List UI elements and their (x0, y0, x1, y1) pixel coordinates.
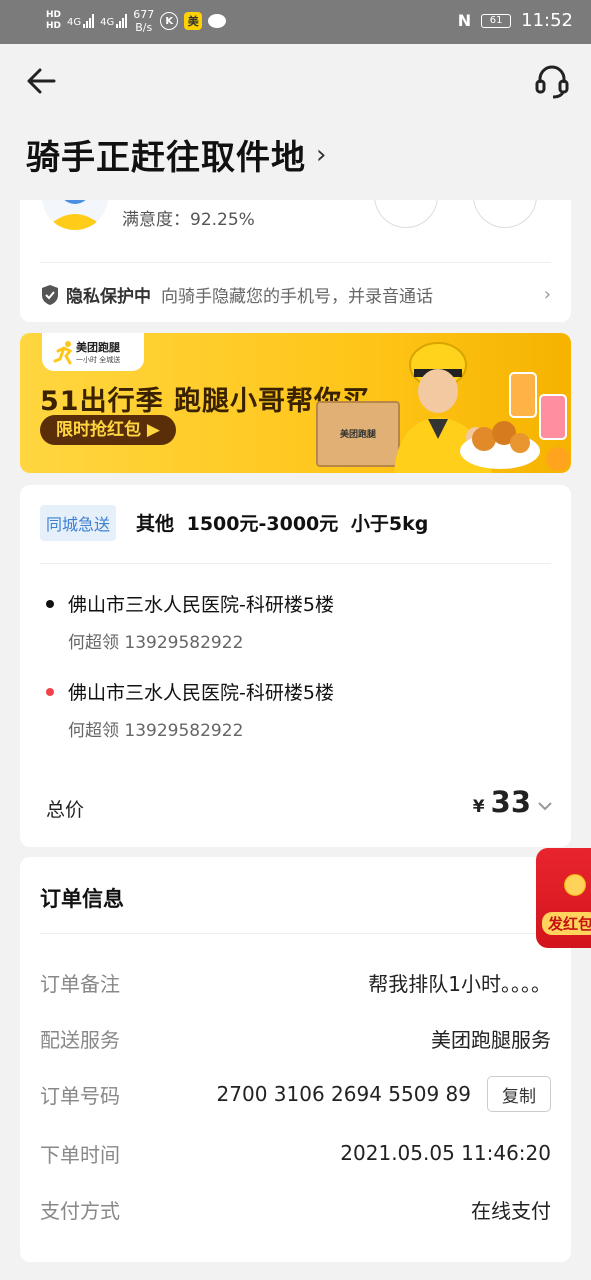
info-label: 下单时间 (40, 1142, 120, 1167)
info-label: 订单备注 (40, 971, 120, 996)
page-title: 骑手正赶往取件地 (26, 138, 306, 178)
order-summary-card: 同城急送 其他 1500元-3000元 小于5kg 佛山市三水人民医院-科研楼5… (20, 485, 571, 847)
signal-bars-icon (116, 14, 128, 28)
pickup-address-line: 佛山市三水人民医院-科研楼5楼 (68, 594, 334, 616)
chevron-right-icon: › (316, 139, 327, 170)
battery-icon: 61 (481, 13, 512, 28)
info-label: 配送服务 (40, 1027, 120, 1052)
message-icon (208, 14, 227, 28)
order-item-summary: 其他 1500元-3000元 小于5kg (136, 513, 429, 535)
status-right: N 61 11:52 (458, 10, 573, 31)
chevron-down-icon (538, 802, 552, 811)
info-label: 订单号码 (40, 1083, 120, 1108)
net-speed-value: 677 (133, 8, 155, 21)
rider-card: 满意度：92.25% 隐私保护中 向骑手隐藏您的手机号，并录音通话 › (20, 200, 571, 322)
status-title-row[interactable]: 骑手正赶往取件地 › (26, 130, 326, 179)
dropoff-address-line: 佛山市三水人民医院-科研楼5楼 (68, 682, 334, 704)
info-value: 美团跑腿服务 (431, 1027, 551, 1052)
arrow-left-icon[interactable] (24, 64, 58, 98)
signal-2: 4G (100, 14, 128, 28)
runner-icon (53, 341, 73, 365)
pickup-contact: 何超领 13929582922 (68, 633, 244, 653)
service-type-badge: 同城急送 (40, 505, 117, 541)
order-number-row: 订单号码 2700 3106 2694 5509 89 复制 (40, 1076, 551, 1112)
network-type-2: 4G (100, 17, 115, 28)
signal-bars-icon (83, 14, 95, 28)
send-red-packet-button[interactable]: 发红包 (536, 848, 591, 948)
divider (40, 563, 551, 564)
divider (40, 262, 551, 263)
order-note-row: 订单备注 帮我排队1小时。。。。 (40, 967, 551, 997)
hd-label-top: HD (46, 10, 62, 20)
info-value: 在线支付 (471, 1198, 551, 1223)
chevron-right-icon: › (543, 284, 551, 305)
info-value: 2021.05.05 11:46:20 (340, 1141, 551, 1165)
copy-order-number-button[interactable]: 复制 (487, 1076, 551, 1112)
network-type-1: 4G (67, 17, 82, 28)
divider (40, 933, 551, 934)
logo-text: 美团跑腿 (76, 341, 120, 354)
info-label: 支付方式 (40, 1198, 120, 1223)
total-amount: 33 (490, 785, 531, 819)
net-speed-unit: B/s (135, 21, 153, 34)
status-bar: HD HD 4G 4G 677 B/s K 美 N 61 11:52 (0, 0, 591, 44)
rider-satisfaction: 满意度：92.25% (122, 210, 255, 230)
nfc-icon: N (457, 11, 472, 30)
pickup-dot-icon (46, 600, 54, 608)
rider-avatar (42, 200, 108, 230)
delivery-service-row: 配送服务 美团跑腿服务 (40, 1023, 551, 1053)
red-packet-label: 发红包 (542, 912, 591, 935)
payment-method-row: 支付方式 在线支付 (40, 1194, 551, 1224)
phone-icon (474, 200, 538, 228)
chat-icon (375, 200, 439, 228)
info-value: 帮我排队1小时。。。。 (368, 971, 551, 996)
privacy-description: 向骑手隐藏您的手机号，并录音通话 (161, 287, 433, 307)
logo-subtitle: 一小时 全城送 (76, 356, 121, 364)
order-time-row: 下单时间 2021.05.05 11:46:20 (40, 1138, 551, 1168)
order-info-title: 订单信息 (40, 887, 124, 911)
coin-icon (564, 874, 586, 896)
clock: 11:52 (521, 10, 573, 31)
call-rider-button[interactable] (473, 200, 537, 228)
promo-banner[interactable]: 美团跑腿 一小时 全城送 51出行季 跑腿小哥帮你买 限时抢红包 ▶ 美团跑腿 (20, 333, 571, 473)
grab-red-packet-button[interactable]: 限时抢红包 ▶ (40, 415, 176, 445)
signal-1: 4G (67, 14, 95, 28)
dropoff-dot-icon (46, 688, 54, 696)
order-number-value: 2700 3106 2694 5509 89 (216, 1082, 471, 1106)
hd-label-bottom: HD (46, 21, 62, 31)
k-app-icon: K (160, 12, 179, 30)
headset-icon[interactable] (533, 62, 571, 100)
order-number-group: 2700 3106 2694 5509 89 复制 (217, 1076, 551, 1112)
message-rider-button[interactable] (374, 200, 438, 228)
hd-indicator: HD HD (46, 10, 61, 32)
status-left: HD HD 4G 4G 677 B/s K 美 (46, 8, 227, 34)
top-bar (0, 44, 591, 120)
net-speed: 677 B/s (133, 8, 154, 34)
currency-symbol: ¥ (472, 797, 485, 817)
food-illustration (460, 372, 570, 471)
privacy-title: 隐私保护中 (66, 287, 151, 307)
total-price[interactable]: ¥ 33 (473, 785, 553, 819)
meituan-app-icon: 美 (184, 12, 203, 30)
privacy-protection-row[interactable]: 隐私保护中 向骑手隐藏您的手机号，并录音通话 › (40, 282, 551, 307)
dropoff-contact: 何超领 13929582922 (68, 721, 244, 741)
shield-icon (42, 284, 58, 305)
total-price-label: 总价 (46, 799, 85, 821)
order-info-card: 订单信息 订单备注 帮我排队1小时。。。。 配送服务 美团跑腿服务 订单号码 2… (20, 857, 571, 1262)
